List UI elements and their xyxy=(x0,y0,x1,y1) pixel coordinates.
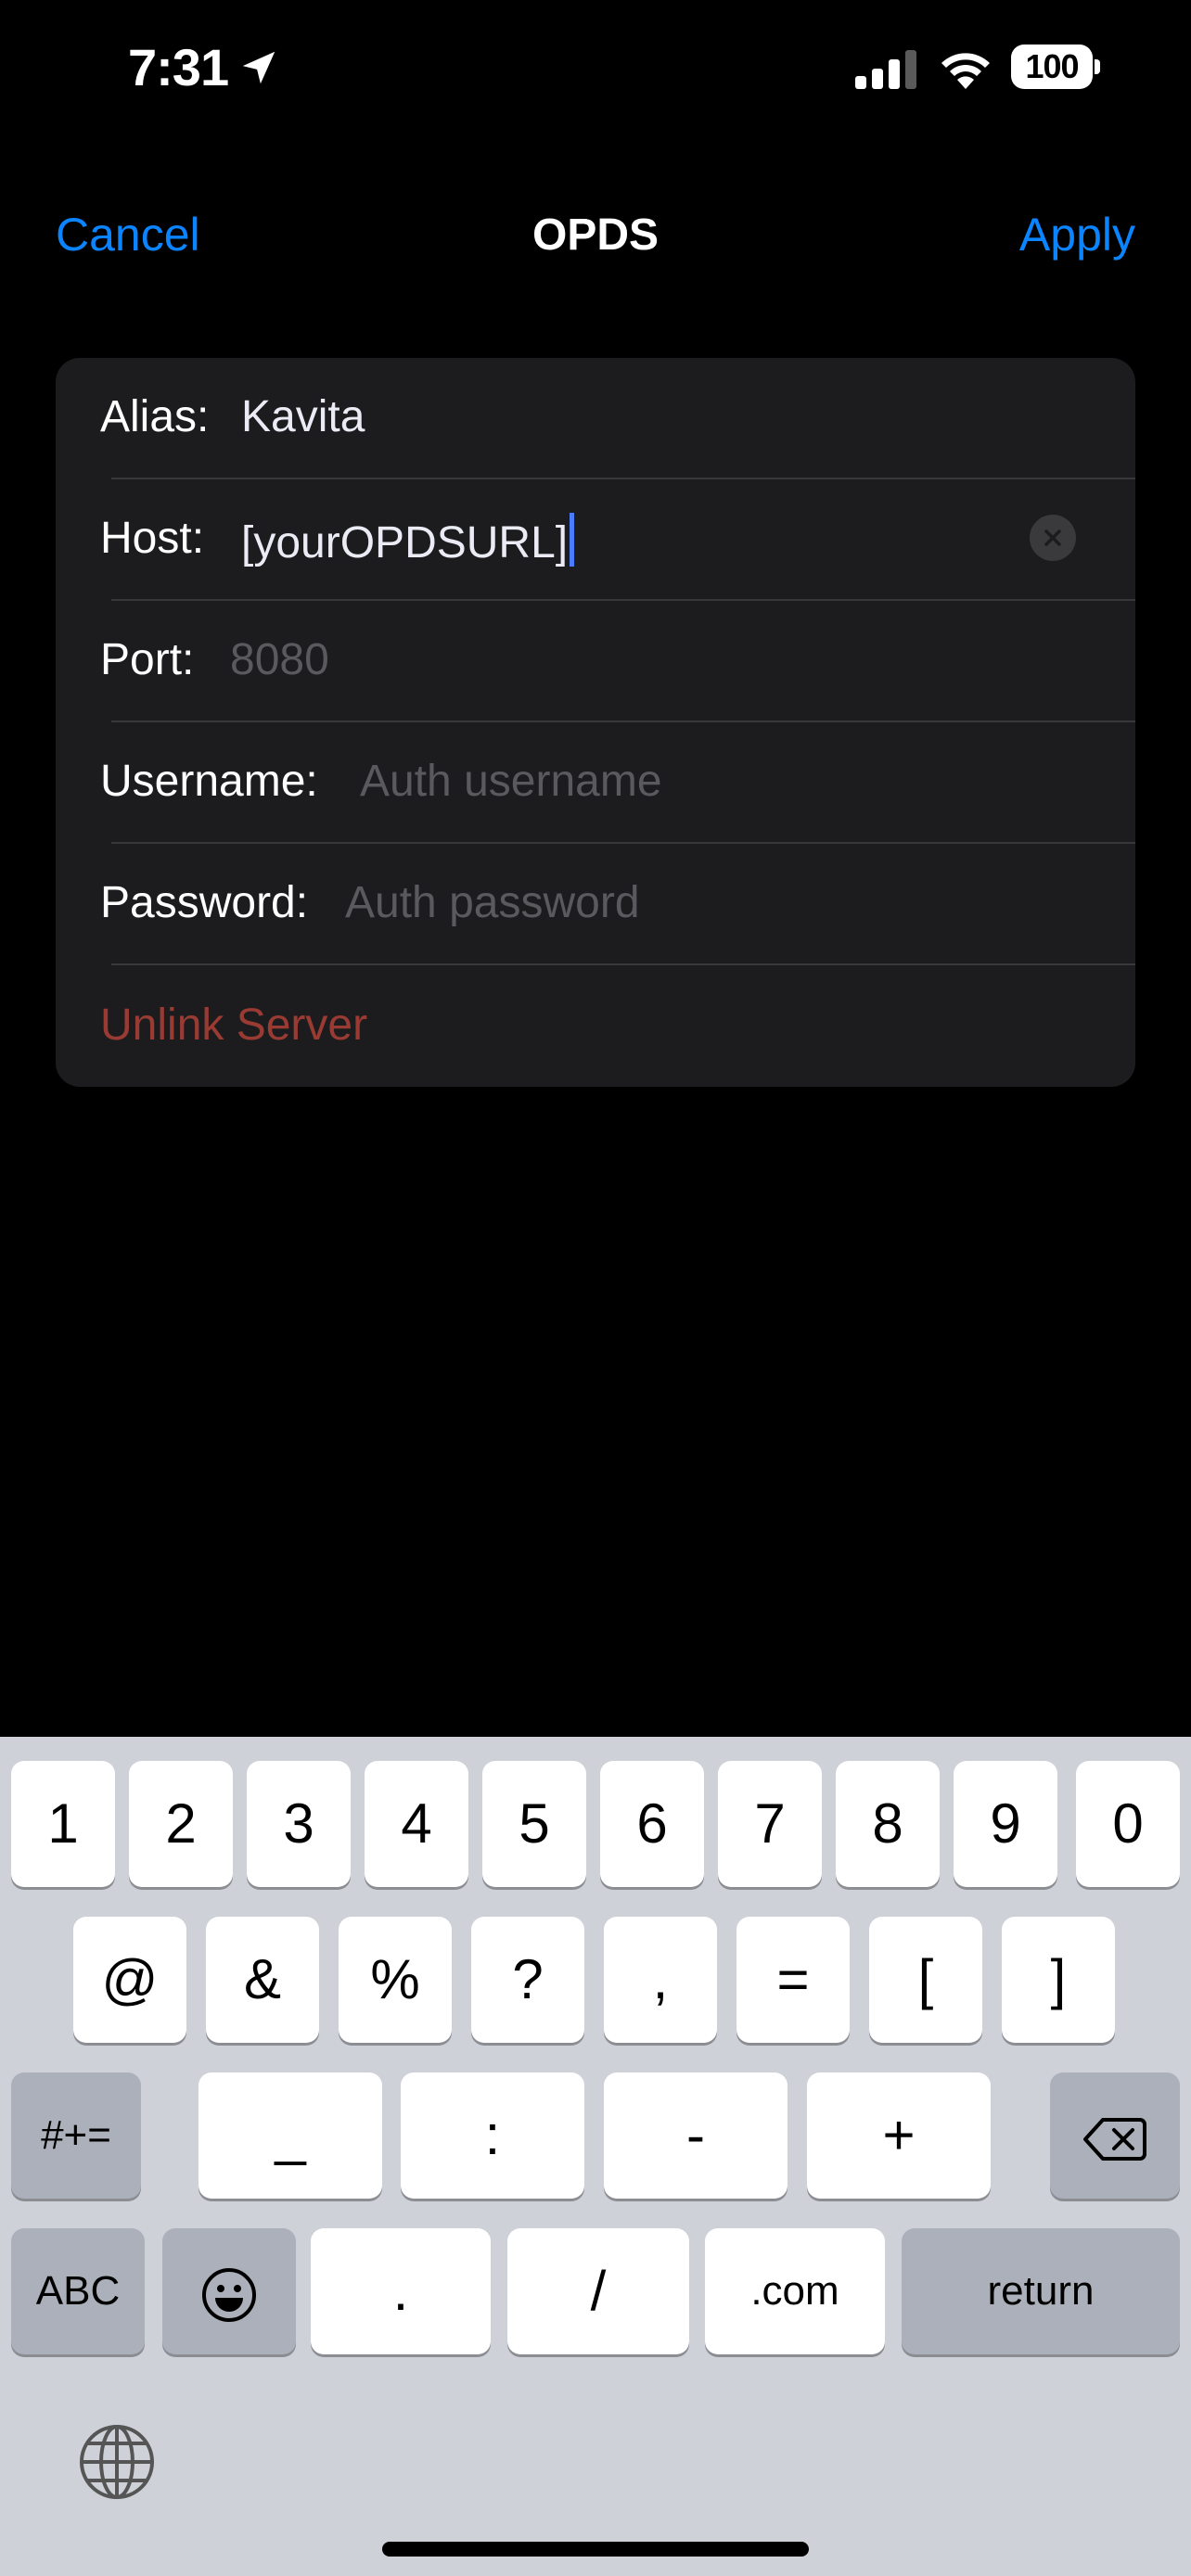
key-left-bracket[interactable]: [ xyxy=(869,1917,982,2043)
emoji-icon xyxy=(202,2268,256,2323)
alias-label: Alias: xyxy=(100,392,210,441)
password-row[interactable]: Password: Auth password xyxy=(56,844,1135,965)
key-hyphen[interactable]: - xyxy=(604,2072,788,2199)
key-at[interactable]: @ xyxy=(73,1917,186,2043)
username-field[interactable]: Auth username xyxy=(360,756,662,807)
host-label: Host: xyxy=(100,514,205,563)
key-slash[interactable]: / xyxy=(507,2228,689,2354)
alias-field[interactable]: Kavita xyxy=(241,391,365,442)
server-form-card: Alias: Kavita Host: [yourOPDSURL] Port: … xyxy=(56,358,1135,1087)
key-3[interactable]: 3 xyxy=(247,1761,351,1887)
text-cursor xyxy=(570,513,575,567)
alias-row[interactable]: Alias: Kavita xyxy=(56,358,1135,479)
key-6[interactable]: 6 xyxy=(600,1761,704,1887)
port-label: Port: xyxy=(100,635,195,684)
key-4[interactable]: 4 xyxy=(365,1761,468,1887)
port-row[interactable]: Port: 8080 xyxy=(56,601,1135,722)
navigation-bar: Cancel OPDS Apply xyxy=(0,185,1191,287)
username-label: Username: xyxy=(100,757,318,806)
port-field[interactable]: 8080 xyxy=(230,634,329,685)
keyboard: 1 2 3 4 5 6 7 8 9 0 @ & % ? , = [ ] #+= … xyxy=(0,1737,1191,2576)
unlink-server-button[interactable]: Unlink Server xyxy=(100,1000,367,1051)
battery-icon: 100 xyxy=(1011,45,1100,89)
host-value: [yourOPDSURL] xyxy=(241,518,569,567)
cellular-signal-icon xyxy=(855,50,916,89)
password-label: Password: xyxy=(100,878,309,927)
key-colon[interactable]: : xyxy=(401,2072,584,2199)
key-right-bracket[interactable]: ] xyxy=(1002,1917,1115,2043)
backspace-icon xyxy=(1083,2118,1146,2162)
key-percent[interactable]: % xyxy=(339,1917,452,2043)
emoji-key[interactable] xyxy=(162,2228,296,2354)
key-1[interactable]: 1 xyxy=(11,1761,115,1887)
key-7[interactable]: 7 xyxy=(718,1761,822,1887)
key-dotcom[interactable]: .com xyxy=(705,2228,885,2354)
key-question[interactable]: ? xyxy=(471,1917,584,2043)
key-comma[interactable]: , xyxy=(604,1917,717,2043)
clear-x-icon xyxy=(1044,529,1061,546)
delete-key[interactable] xyxy=(1050,2072,1180,2199)
location-arrow-icon xyxy=(242,51,275,84)
clear-text-button[interactable] xyxy=(1030,515,1076,561)
home-indicator[interactable] xyxy=(382,2542,809,2557)
key-0[interactable]: 0 xyxy=(1076,1761,1180,1887)
apply-button[interactable]: Apply xyxy=(1019,208,1135,261)
key-underscore[interactable]: _ xyxy=(198,2072,382,2199)
page-title: OPDS xyxy=(531,210,660,260)
key-ampersand[interactable]: & xyxy=(206,1917,319,2043)
password-field[interactable]: Auth password xyxy=(345,877,640,928)
status-time: 7:31 xyxy=(128,38,229,96)
symbols-toggle-key[interactable]: #+= xyxy=(11,2072,141,2199)
status-bar: 7:31 100 xyxy=(0,0,1191,139)
host-row[interactable]: Host: [yourOPDSURL] xyxy=(56,479,1135,601)
abc-key[interactable]: ABC xyxy=(11,2228,145,2354)
key-5[interactable]: 5 xyxy=(482,1761,586,1887)
wifi-icon xyxy=(941,53,990,89)
key-8[interactable]: 8 xyxy=(836,1761,940,1887)
return-key[interactable]: return xyxy=(902,2228,1180,2354)
key-plus[interactable]: + xyxy=(807,2072,991,2199)
host-field[interactable]: [yourOPDSURL] xyxy=(241,513,575,568)
key-2[interactable]: 2 xyxy=(129,1761,233,1887)
username-row[interactable]: Username: Auth username xyxy=(56,722,1135,844)
key-equals[interactable]: = xyxy=(736,1917,850,2043)
key-9[interactable]: 9 xyxy=(954,1761,1057,1887)
battery-level: 100 xyxy=(1011,45,1093,89)
key-period[interactable]: . xyxy=(311,2228,491,2354)
globe-icon[interactable] xyxy=(78,2423,156,2501)
